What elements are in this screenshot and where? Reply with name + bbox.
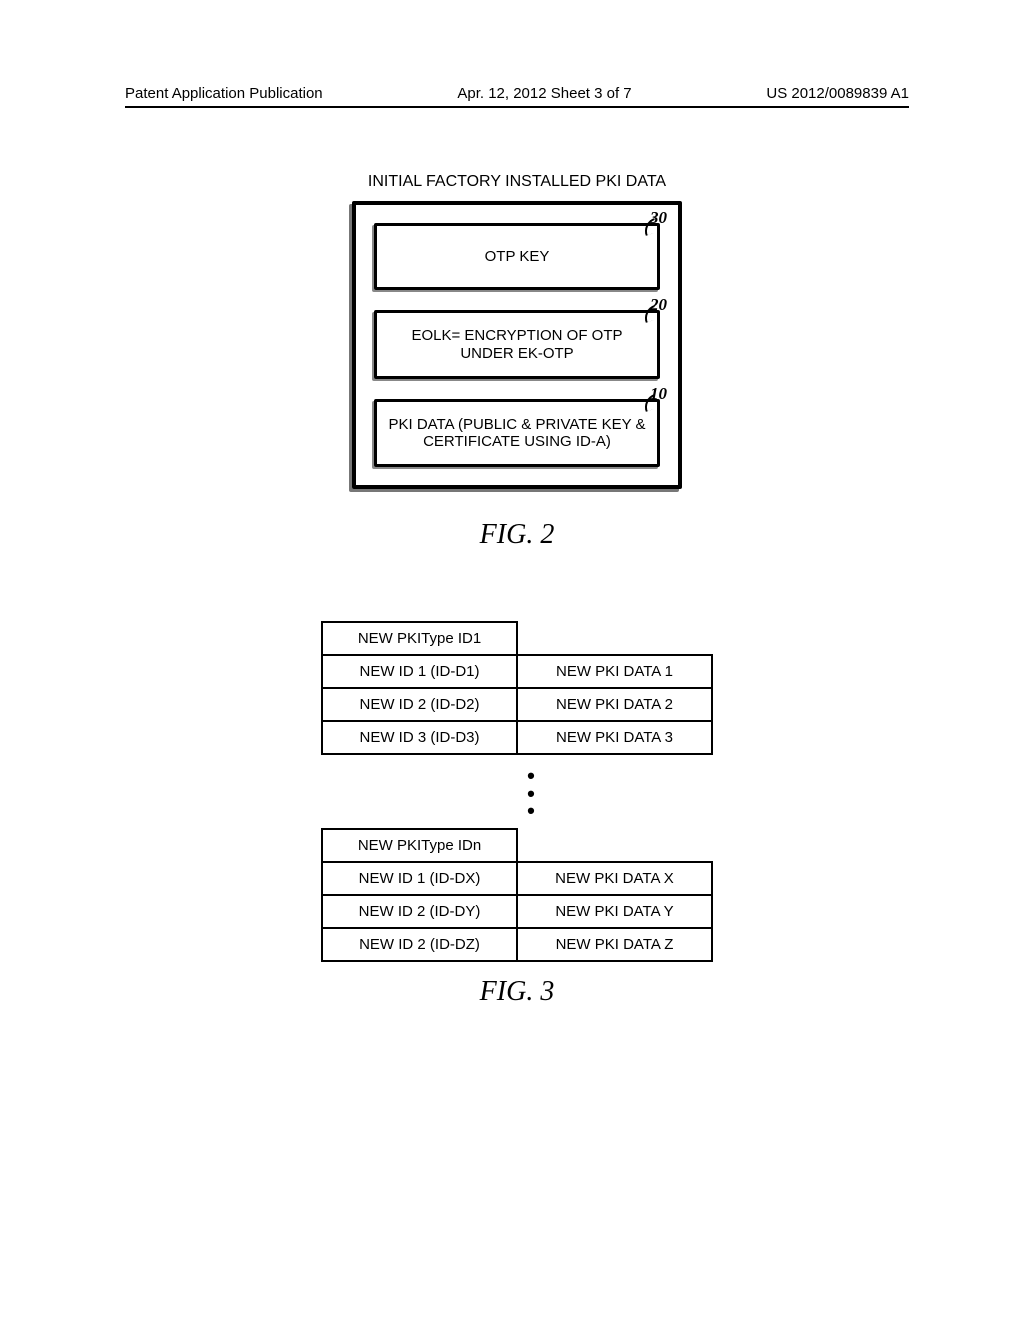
table-cell: NEW PKI DATA 1 (517, 655, 712, 688)
figure-2: INITIAL FACTORY INSTALLED PKI DATA 30 OT… (125, 173, 909, 551)
vertical-ellipsis-icon: ••• (125, 767, 909, 820)
fig2-title: INITIAL FACTORY INSTALLED PKI DATA (125, 173, 909, 191)
table-cell-empty (517, 829, 712, 862)
header-publication: Patent Application Publication (125, 85, 323, 102)
fig3-table-n: NEW PKIType IDn NEW ID 1 (ID-DX) NEW PKI… (321, 828, 713, 962)
table-row: NEW ID 2 (ID-DY) NEW PKI DATA Y (322, 895, 712, 928)
fig3-caption: FIG. 3 (125, 976, 909, 1008)
table-cell: NEW ID 1 (ID-D1) (322, 655, 517, 688)
table-row: NEW ID 1 (ID-DX) NEW PKI DATA X (322, 862, 712, 895)
table-cell-header: NEW PKIType ID1 (322, 622, 517, 655)
fig2-box-eolk: 20 EOLK= ENCRYPTION OF OTP UNDER EK-OTP (374, 310, 660, 379)
page-header: Patent Application Publication Apr. 12, … (125, 85, 909, 108)
figure-3: NEW PKIType ID1 NEW ID 1 (ID-D1) NEW PKI… (125, 621, 909, 1008)
fig2-box-pki-data: 10 PKI DATA (PUBLIC & PRIVATE KEY & CERT… (374, 399, 660, 468)
fig2-caption: FIG. 2 (125, 519, 909, 551)
table-cell: NEW ID 1 (ID-DX) (322, 862, 517, 895)
table-row: NEW ID 2 (ID-D2) NEW PKI DATA 2 (322, 688, 712, 721)
ref-number: 30 (650, 208, 667, 228)
fig2-box-text: EOLK= ENCRYPTION OF OTP UNDER EK-OTP (411, 327, 622, 361)
table-cell: NEW ID 2 (ID-DZ) (322, 928, 517, 961)
fig2-box-text: PKI DATA (PUBLIC & PRIVATE KEY & CERTIFI… (388, 416, 645, 450)
table-cell: NEW PKI DATA X (517, 862, 712, 895)
header-publication-number: US 2012/0089839 A1 (766, 85, 909, 102)
table-row: NEW ID 3 (ID-D3) NEW PKI DATA 3 (322, 721, 712, 754)
ref-number: 20 (650, 295, 667, 315)
ref-number: 10 (650, 384, 667, 404)
table-cell: NEW ID 2 (ID-D2) (322, 688, 517, 721)
table-row: NEW ID 1 (ID-D1) NEW PKI DATA 1 (322, 655, 712, 688)
table-row: NEW ID 2 (ID-DZ) NEW PKI DATA Z (322, 928, 712, 961)
table-cell: NEW ID 3 (ID-D3) (322, 721, 517, 754)
table-row: NEW PKIType IDn (322, 829, 712, 862)
table-cell: NEW PKI DATA Z (517, 928, 712, 961)
fig2-box-text: OTP KEY (485, 248, 550, 265)
header-date-sheet: Apr. 12, 2012 Sheet 3 of 7 (457, 85, 631, 102)
fig2-box-otp-key: 30 OTP KEY (374, 223, 660, 290)
table-cell: NEW PKI DATA 3 (517, 721, 712, 754)
fig3-table-1: NEW PKIType ID1 NEW ID 1 (ID-D1) NEW PKI… (321, 621, 713, 755)
table-cell-empty (517, 622, 712, 655)
table-cell-header: NEW PKIType IDn (322, 829, 517, 862)
table-cell: NEW PKI DATA Y (517, 895, 712, 928)
table-row: NEW PKIType ID1 (322, 622, 712, 655)
fig2-outer-box: 30 OTP KEY 20 EOLK= ENCRYPTION OF OTP UN… (352, 201, 682, 489)
table-cell: NEW ID 2 (ID-DY) (322, 895, 517, 928)
table-cell: NEW PKI DATA 2 (517, 688, 712, 721)
